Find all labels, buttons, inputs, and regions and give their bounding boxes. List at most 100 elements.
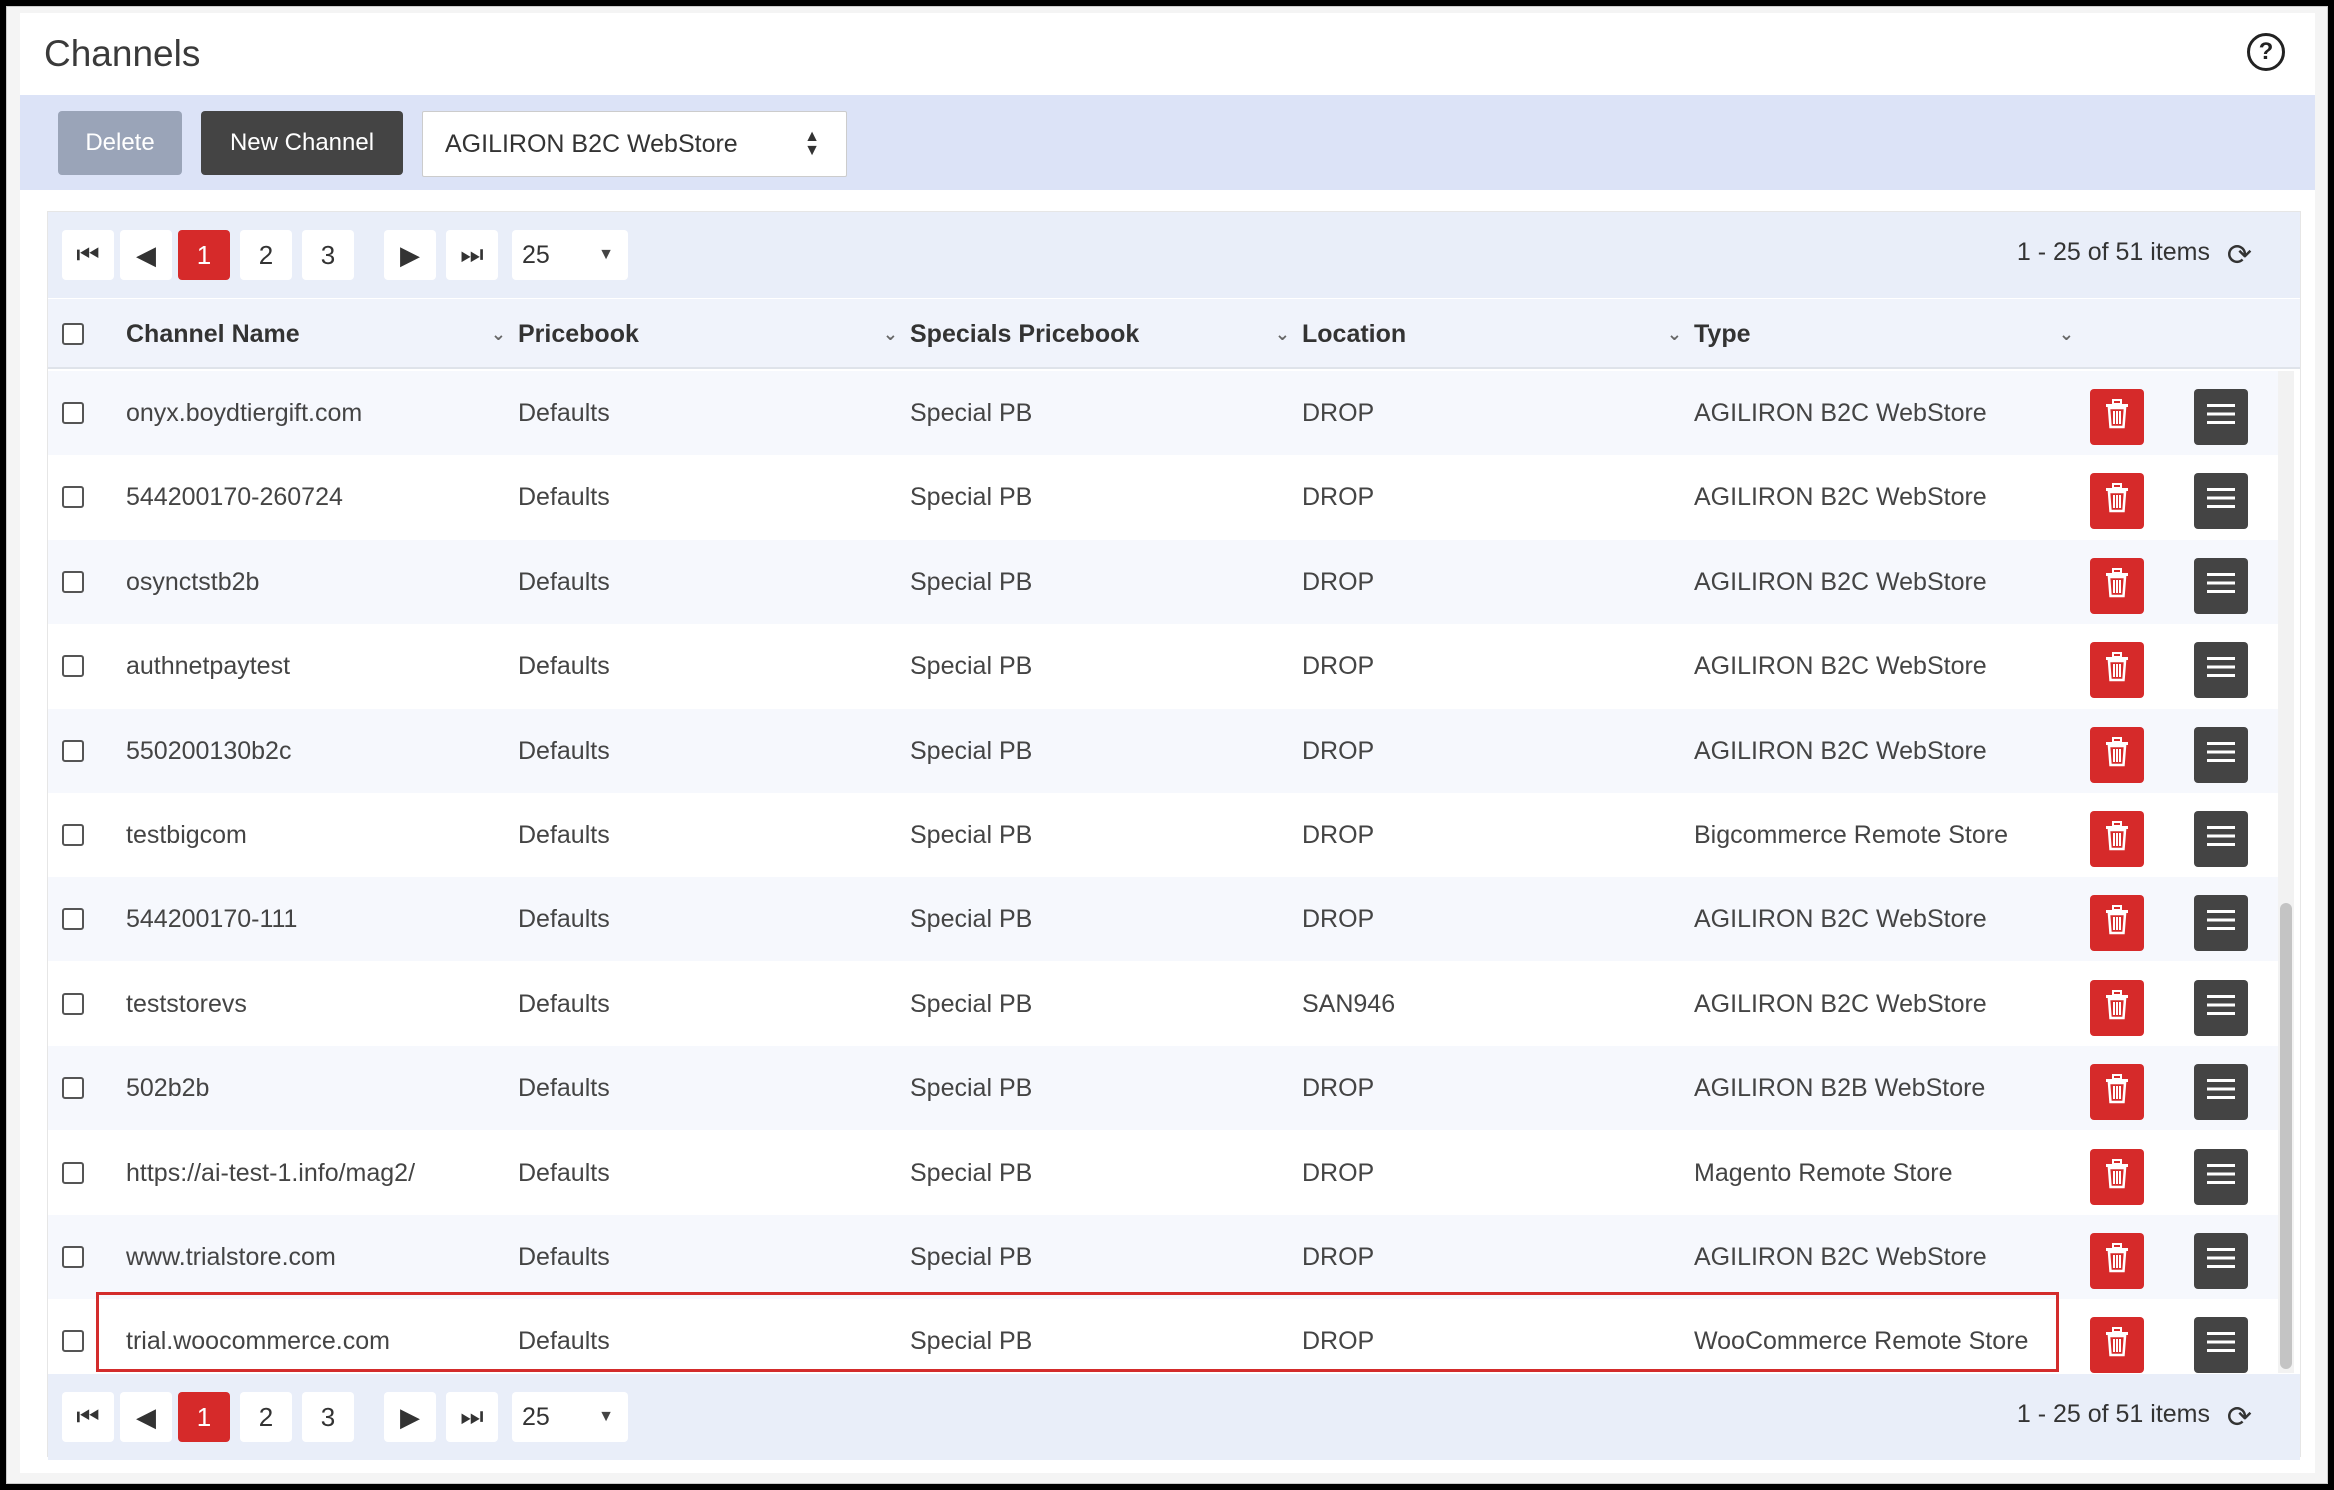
last-page-icon[interactable]: ⏭: [446, 230, 498, 280]
cell-channel-name[interactable]: teststorevs: [126, 962, 247, 1046]
help-icon[interactable]: ?: [2247, 33, 2285, 71]
cell-channel-name[interactable]: 550200130b2c: [126, 709, 291, 793]
cell-channel-name[interactable]: www.trialstore.com: [126, 1215, 336, 1299]
select-all-checkbox[interactable]: [62, 323, 84, 345]
last-page-icon[interactable]: ⏭: [446, 1392, 498, 1442]
delete-row-button[interactable]: [2090, 980, 2144, 1036]
column-specials-pricebook[interactable]: Specials Pricebook ⌄: [910, 299, 1300, 369]
page-size-select[interactable]: 25 ▼: [512, 1392, 628, 1442]
cell-channel-name[interactable]: 544200170-260724: [126, 455, 343, 539]
row-checkbox[interactable]: [62, 740, 84, 762]
delete-row-button[interactable]: [2090, 1149, 2144, 1205]
refresh-icon[interactable]: ⟳: [2227, 238, 2252, 273]
cell-channel-name[interactable]: 544200170-111: [126, 877, 297, 961]
row-checkbox[interactable]: [62, 402, 84, 424]
prev-page-icon[interactable]: ◀: [120, 1392, 172, 1442]
chevron-down-icon[interactable]: ⌄: [883, 324, 898, 345]
delete-row-button[interactable]: [2090, 1317, 2144, 1373]
store-type-select[interactable]: AGILIRON B2C WebStore ▲ ▼: [422, 111, 847, 177]
row-menu-button[interactable]: [2194, 1233, 2248, 1289]
table-row[interactable]: www.trialstore.com Defaults Special PB DROP…: [48, 1215, 2278, 1299]
page-1-button[interactable]: 1: [178, 230, 230, 280]
cell-location: DROP: [1302, 1073, 1375, 1102]
cell-type: AGILIRON B2C WebStore: [1694, 651, 1987, 680]
table-row[interactable]: 550200130b2c Defaults Special PB DROP AGILIR…: [48, 709, 2278, 793]
new-channel-button[interactable]: New Channel: [201, 111, 403, 175]
row-menu-button[interactable]: [2194, 1064, 2248, 1120]
row-checkbox[interactable]: [62, 908, 84, 930]
page-2-button[interactable]: 2: [240, 1392, 292, 1442]
row-checkbox[interactable]: [62, 1246, 84, 1268]
table-row[interactable]: 544200170-260724 Defaults Special PB DROP AG…: [48, 455, 2278, 539]
column-channel-name[interactable]: Channel Name ⌄: [126, 299, 516, 369]
refresh-icon[interactable]: ⟳: [2227, 1400, 2252, 1435]
table-row[interactable]: https://ai-test-1.info/mag2/Defaults Spec…: [48, 1131, 2278, 1215]
column-pricebook[interactable]: Pricebook ⌄: [518, 299, 908, 369]
chevron-down-icon[interactable]: ⌄: [2059, 324, 2074, 345]
delete-row-button[interactable]: [2090, 727, 2144, 783]
delete-row-button[interactable]: [2090, 895, 2144, 951]
prev-page-icon[interactable]: ◀: [120, 230, 172, 280]
delete-row-button[interactable]: [2090, 389, 2144, 445]
row-menu-button[interactable]: [2194, 389, 2248, 445]
cell-channel-name[interactable]: testbigcom: [126, 793, 247, 877]
cell-channel-name[interactable]: authnetpaytest: [126, 624, 290, 708]
row-menu-button[interactable]: [2194, 558, 2248, 614]
delete-row-button[interactable]: [2090, 1064, 2144, 1120]
table-row[interactable]: 544200170-111 Defaults Special PB DROP AGILI…: [48, 877, 2278, 961]
first-page-icon[interactable]: ⏮: [62, 230, 114, 280]
delete-row-button[interactable]: [2090, 811, 2144, 867]
row-menu-button[interactable]: [2194, 811, 2248, 867]
cell-channel-name[interactable]: onyx.boydtiergift.com: [126, 371, 362, 455]
row-menu-button[interactable]: [2194, 473, 2248, 529]
row-checkbox[interactable]: [62, 1162, 84, 1184]
page-size-select[interactable]: 25 ▼: [512, 230, 628, 280]
cell-channel-name[interactable]: 502b2b: [126, 1046, 209, 1130]
delete-row-button[interactable]: [2090, 473, 2144, 529]
row-menu-button[interactable]: [2194, 1317, 2248, 1373]
next-page-icon[interactable]: ▶: [384, 230, 436, 280]
cell-channel-name[interactable]: trial.woocommerce.com: [126, 1299, 390, 1373]
row-menu-button[interactable]: [2194, 1149, 2248, 1205]
row-checkbox[interactable]: [62, 571, 84, 593]
delete-row-button[interactable]: [2090, 558, 2144, 614]
delete-row-button[interactable]: [2090, 1233, 2144, 1289]
table-row[interactable]: onyx.boydtiergift.com Defaults Special PB D…: [48, 371, 2278, 455]
table-row[interactable]: authnetpaytest Defaults Special PB DROP AGIL…: [48, 624, 2278, 708]
table-row[interactable]: teststorevs Defaults Special PB SAN946 AGILI…: [48, 962, 2278, 1046]
page-1-button[interactable]: 1: [178, 1392, 230, 1442]
next-page-icon[interactable]: ▶: [384, 1392, 436, 1442]
row-checkbox[interactable]: [62, 655, 84, 677]
hamburger-icon: [2207, 1246, 2235, 1277]
chevron-down-icon[interactable]: ⌄: [1275, 324, 1290, 345]
page-2-button[interactable]: 2: [240, 230, 292, 280]
row-checkbox[interactable]: [62, 993, 84, 1015]
window-frame: Channels ? Delete New Channel AGILIRON B…: [6, 6, 2328, 1484]
table-row[interactable]: 502b2b Defaults Special PB DROP AGILIRON B2B…: [48, 1046, 2278, 1130]
row-menu-button[interactable]: [2194, 727, 2248, 783]
row-checkbox[interactable]: [62, 1330, 84, 1352]
page-3-button[interactable]: 3: [302, 230, 354, 280]
row-checkbox[interactable]: [62, 486, 84, 508]
row-menu-button[interactable]: [2194, 895, 2248, 951]
chevron-down-icon[interactable]: ⌄: [491, 324, 506, 345]
page-3-button[interactable]: 3: [302, 1392, 354, 1442]
table-row[interactable]: testbigcom Defaults Special PB DROP Bigcomme…: [48, 793, 2278, 877]
hamburger-icon: [2207, 655, 2235, 686]
cell-channel-name[interactable]: osynctstb2b: [126, 540, 259, 624]
cell-channel-name[interactable]: https://ai-test-1.info/mag2/: [126, 1131, 415, 1215]
delete-row-button[interactable]: [2090, 642, 2144, 698]
row-checkbox[interactable]: [62, 1077, 84, 1099]
first-page-icon[interactable]: ⏮: [62, 1392, 114, 1442]
column-type[interactable]: Type ⌄: [1694, 299, 2084, 369]
table-row[interactable]: trial.woocommerce.com Defaults Special PB D…: [48, 1299, 2278, 1373]
row-menu-button[interactable]: [2194, 642, 2248, 698]
column-location[interactable]: Location ⌄: [1302, 299, 1692, 369]
row-checkbox[interactable]: [62, 824, 84, 846]
row-menu-button[interactable]: [2194, 980, 2248, 1036]
delete-button[interactable]: Delete: [58, 111, 182, 175]
chevron-down-icon[interactable]: ⌄: [1667, 324, 1682, 345]
table-row[interactable]: osynctstb2b Defaults Special PB DROP AGILIRO…: [48, 540, 2278, 624]
vertical-scrollbar[interactable]: [2278, 371, 2294, 1373]
scrollbar-thumb[interactable]: [2280, 903, 2292, 1369]
